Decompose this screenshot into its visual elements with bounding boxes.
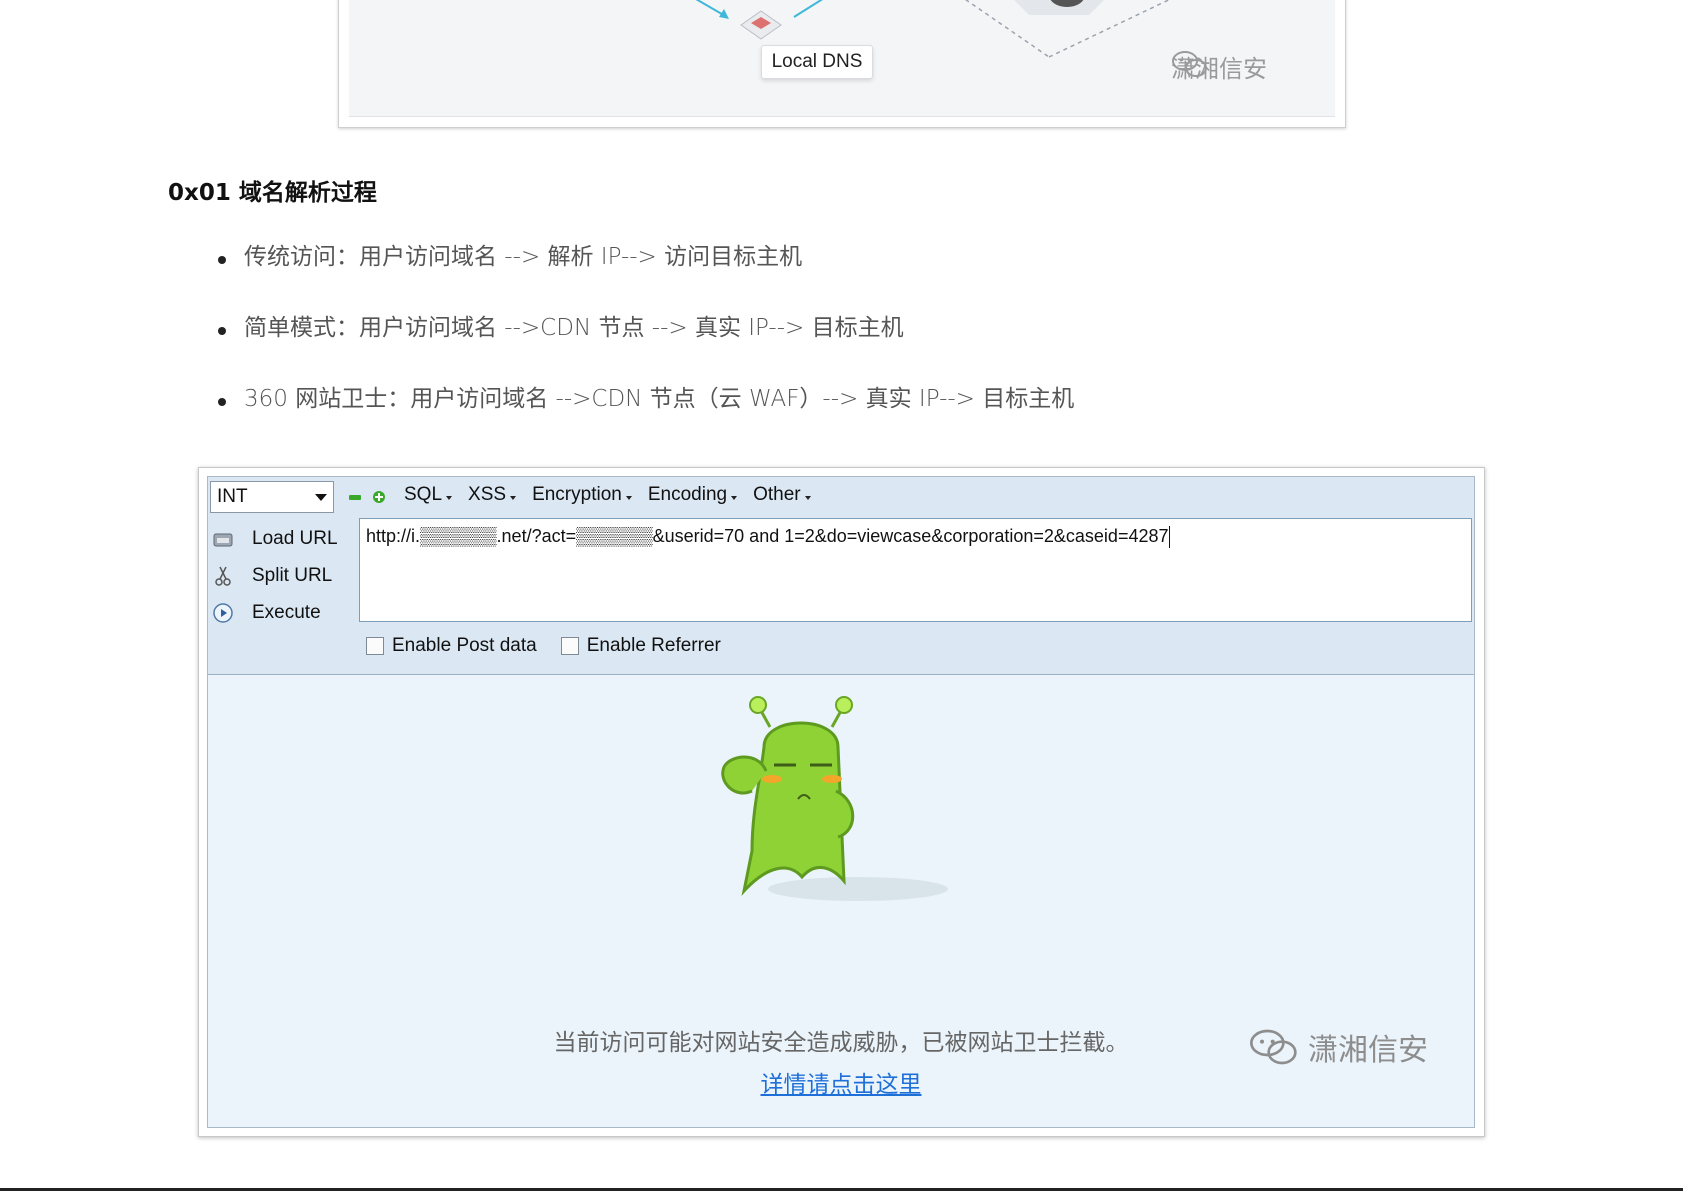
menu-encryption[interactable]: Encryption [532, 484, 632, 506]
checkbox-label: Enable Post data [392, 635, 537, 656]
menu-xss[interactable]: XSS [468, 484, 517, 506]
network-diagram-image: Local DNS 潇湘信安 [338, 0, 1346, 128]
wechat-icon [1172, 51, 1207, 77]
mascot-illustration [721, 696, 948, 901]
hackbar-panel: INT SQL XSS Encryption Encoding Other Lo… [207, 476, 1475, 1128]
checkbox-box[interactable] [366, 637, 384, 655]
execute-label: Execute [252, 602, 321, 623]
type-select-value: INT [217, 486, 248, 507]
url-textarea[interactable]: http://i.▒▒▒▒▒▒.net/?act=▒▒▒▒▒▒&userid=7… [359, 518, 1472, 622]
list-item: 简单模式：用户访问域名 -->CDN 节点 --> 真实 IP--> 目标主机 [218, 311, 1074, 382]
dns-server-icon [740, 10, 782, 40]
menu-sql[interactable]: SQL [404, 484, 453, 506]
wechat-icon [1250, 1029, 1297, 1065]
block-page: 当前访问可能对网站安全造成威胁，已被网站卫士拦截。 详情请点击这里 潇湘信安 [208, 675, 1474, 1127]
load-url-button[interactable]: Load URL [208, 520, 358, 558]
url-text: http://i.▒▒▒▒▒▒.net/?act=▒▒▒▒▒▒&userid=7… [366, 526, 1169, 546]
split-url-label: Split URL [252, 565, 333, 586]
watermark-large: 潇湘信安 [1248, 1025, 1428, 1069]
minus-icon[interactable] [348, 490, 362, 504]
list-item: 传统访问：用户访问域名 --> 解析 IP--> 访问目标主机 [218, 240, 1074, 311]
enable-referrer-checkbox[interactable]: Enable Referrer [560, 635, 721, 657]
options-row: Enable Post data Enable Referrer [366, 635, 721, 657]
hackbar-screenshot: INT SQL XSS Encryption Encoding Other Lo… [198, 467, 1485, 1137]
scissors-icon [215, 566, 231, 586]
execute-button[interactable]: Execute [208, 594, 358, 632]
split-url-button[interactable]: Split URL [208, 557, 358, 595]
local-dns-label: Local DNS [761, 45, 873, 79]
plus-icon[interactable] [372, 490, 386, 504]
section-heading: 0x01 域名解析过程 [168, 180, 377, 206]
load-url-label: Load URL [252, 528, 338, 549]
diagram-canvas: Local DNS 潇湘信安 [349, 0, 1335, 117]
checkbox-box[interactable] [560, 637, 579, 655]
menu-bar: SQL XSS Encryption Encoding Other [404, 484, 811, 506]
resolution-process-list: 传统访问：用户访问域名 --> 解析 IP--> 访问目标主机 简单模式：用户访… [218, 240, 1074, 453]
menu-encoding[interactable]: Encoding [648, 484, 738, 506]
text-caret [1168, 526, 1170, 549]
watermark-small: 潇湘信安 [1171, 49, 1267, 84]
play-icon [213, 603, 233, 623]
hackbar-toolbar: INT SQL XSS Encryption Encoding Other [208, 477, 1474, 517]
checkbox-label: Enable Referrer [586, 635, 721, 656]
chevron-down-icon [315, 494, 327, 501]
type-select[interactable]: INT [210, 481, 334, 513]
menu-other[interactable]: Other [753, 484, 811, 506]
detail-link[interactable]: 详情请点击这里 [208, 1065, 1474, 1099]
watermark-text: 潇湘信安 [1308, 1033, 1428, 1068]
enable-post-data-checkbox[interactable]: Enable Post data [366, 635, 537, 657]
list-item: 360 网站卫士：用户访问域名 -->CDN 节点（云 WAF）--> 真实 I… [218, 382, 1074, 453]
load-url-icon [213, 533, 233, 547]
